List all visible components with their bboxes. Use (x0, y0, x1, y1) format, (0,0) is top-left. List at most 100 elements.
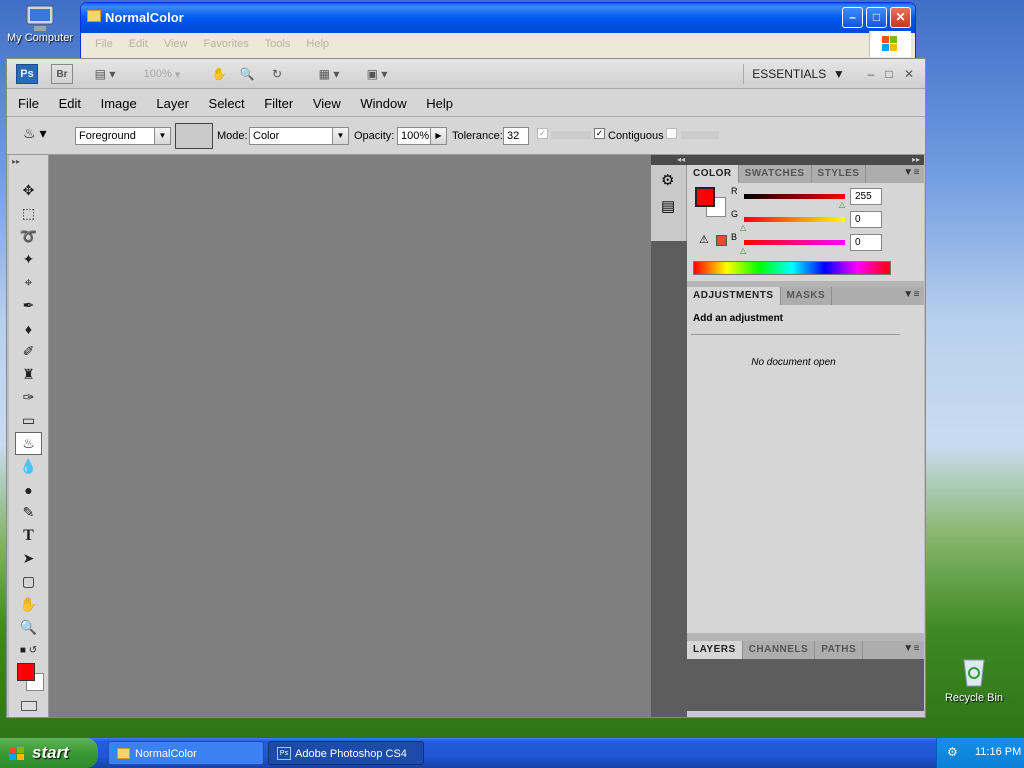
menu-select[interactable]: Select (209, 96, 245, 111)
rotate-view-icon[interactable]: ↻ (267, 64, 287, 84)
marquee-tool-icon[interactable]: ⬚ (9, 202, 48, 225)
clock[interactable]: 11:16 PM (975, 746, 1021, 758)
explorer-menu-file[interactable]: File (95, 38, 113, 50)
pen-tool-icon[interactable]: ✎ (9, 501, 48, 524)
quick-mask-icon[interactable] (21, 701, 37, 711)
zoom-tool-icon[interactable]: 🔍 (237, 64, 257, 84)
tolerance-field[interactable]: 32 (503, 127, 529, 145)
panel-menu-icon[interactable]: ▼≡ (903, 167, 920, 178)
b-slider[interactable] (744, 240, 845, 245)
actions-panel-icon[interactable]: ▤ (651, 193, 686, 221)
hand-tool-icon[interactable]: ✋ (209, 64, 229, 84)
tool-preset-picker[interactable]: ♨ ▾ (23, 125, 63, 145)
zoom-tool-icon[interactable]: 🔍 (9, 616, 48, 639)
g-value-field[interactable]: 0 (850, 211, 882, 228)
screen-mode-icon[interactable]: ▣ ▾ (359, 64, 395, 84)
document-canvas-area[interactable] (49, 155, 651, 717)
opacity-field[interactable]: 100% ▶ (397, 127, 447, 145)
dodge-tool-icon[interactable]: ● (9, 478, 48, 501)
eraser-tool-icon[interactable]: ▭ (9, 409, 48, 432)
anti-alias-checkbox[interactable]: ✓ (537, 128, 548, 139)
healing-brush-tool-icon[interactable]: ♦ (9, 317, 48, 340)
panel-menu-icon[interactable]: ▼≡ (903, 643, 920, 654)
path-selection-tool-icon[interactable]: ➤ (9, 547, 48, 570)
explorer-menu-view[interactable]: View (164, 38, 188, 50)
tab-layers[interactable]: LAYERS (687, 641, 743, 659)
tab-channels[interactable]: CHANNELS (743, 641, 816, 659)
type-tool-icon[interactable]: T (9, 524, 48, 547)
rectangle-tool-icon[interactable]: ▢ (9, 570, 48, 593)
tab-swatches[interactable]: SWATCHES (739, 165, 812, 183)
explorer-window[interactable]: NormalColor – □ ✕ File Edit View Favorit… (80, 2, 916, 62)
pattern-picker[interactable] (175, 123, 213, 149)
crop-tool-icon[interactable]: ⌖ (9, 271, 48, 294)
ps-minimize-button[interactable]: – (865, 64, 877, 84)
color-spectrum-ramp[interactable] (693, 261, 891, 275)
chevron-right-icon[interactable]: ▶ (430, 128, 446, 144)
tab-adjustments[interactable]: ADJUSTMENTS (687, 287, 781, 305)
menu-file[interactable]: File (18, 96, 39, 111)
explorer-menu-edit[interactable]: Edit (129, 38, 148, 50)
b-value-field[interactable]: 0 (850, 234, 882, 251)
clone-stamp-tool-icon[interactable]: ♜ (9, 363, 48, 386)
lasso-tool-icon[interactable]: ➰ (9, 225, 48, 248)
my-computer-desktop-icon[interactable]: My Computer (0, 4, 80, 44)
contiguous-checkbox[interactable]: ✓ (594, 128, 605, 139)
bridge-button[interactable]: Br (51, 64, 73, 84)
maximize-button[interactable]: □ (866, 7, 887, 28)
collapse-dock-icon[interactable]: ◂◂ (651, 155, 687, 165)
zoom-level[interactable]: 100% ▾ (137, 64, 187, 84)
all-layers-checkbox[interactable] (666, 128, 677, 139)
move-tool-icon[interactable]: ✥ (9, 179, 48, 202)
paint-bucket-tool-icon[interactable]: ♨ (15, 432, 42, 455)
start-button[interactable]: start (0, 738, 98, 768)
g-slider-thumb[interactable]: △ (740, 223, 746, 232)
tab-styles[interactable]: STYLES (812, 165, 867, 183)
minimize-button[interactable]: – (842, 7, 863, 28)
tab-color[interactable]: COLOR (687, 165, 739, 183)
brush-tool-icon[interactable]: ✐ (9, 340, 48, 363)
workspace-switcher[interactable]: ESSENTIALS ▼ (743, 64, 853, 84)
history-panel-icon[interactable]: ⚙ (651, 165, 686, 193)
recycle-bin-desktop-icon[interactable]: Recycle Bin (934, 656, 1014, 704)
explorer-menu-tools[interactable]: Tools (265, 38, 291, 50)
expand-dock-icon[interactable]: ▸▸ (687, 155, 924, 165)
tray-network-icon[interactable]: ⚙ (947, 745, 958, 759)
collapse-tools-icon[interactable]: ▸▸ (9, 155, 48, 179)
color-panel-foreground-swatch[interactable] (695, 187, 715, 207)
hand-tool-icon[interactable]: ✋ (9, 593, 48, 616)
blur-tool-icon[interactable]: 💧 (9, 455, 48, 478)
menu-view[interactable]: View (313, 96, 341, 111)
foreground-color-swatch[interactable] (17, 663, 35, 681)
menu-window[interactable]: Window (360, 96, 406, 111)
quick-selection-tool-icon[interactable]: ✦ (9, 248, 48, 271)
taskbar-item-photoshop[interactable]: Ps Adobe Photoshop CS4 (268, 741, 424, 765)
ps-maximize-button[interactable]: □ (883, 64, 895, 84)
tab-paths[interactable]: PATHS (815, 641, 864, 659)
history-brush-tool-icon[interactable]: ✑ (9, 386, 48, 409)
menu-layer[interactable]: Layer (156, 96, 189, 111)
out-of-gamut-warning-icon[interactable]: ⚠ (699, 233, 709, 246)
taskbar-item-normalcolor[interactable]: NormalColor (108, 741, 264, 765)
swap-colors-icon[interactable]: ■ ↺ (9, 639, 48, 662)
explorer-menu-help[interactable]: Help (306, 38, 329, 50)
tab-masks[interactable]: MASKS (781, 287, 833, 305)
photoshop-window[interactable]: Ps Br ▤ ▾ 100% ▾ ✋ 🔍 ↻ ▦ ▾ ▣ ▾ ESSENTIAL… (6, 58, 926, 718)
gamut-color-swatch[interactable] (716, 235, 727, 246)
r-slider-thumb[interactable]: △ (839, 200, 845, 209)
ps-close-button[interactable]: ✕ (903, 64, 915, 84)
panel-menu-icon[interactable]: ▼≡ (903, 289, 920, 300)
explorer-titlebar[interactable]: NormalColor – □ ✕ (81, 3, 915, 33)
close-button[interactable]: ✕ (890, 7, 911, 28)
menu-image[interactable]: Image (101, 96, 137, 111)
r-slider[interactable] (744, 194, 845, 199)
r-value-field[interactable]: 255 (850, 188, 882, 205)
arrange-documents-icon[interactable]: ▦ ▾ (311, 64, 347, 84)
menu-help[interactable]: Help (426, 96, 453, 111)
fill-source-select[interactable]: Foreground ▼ (75, 127, 171, 145)
menu-edit[interactable]: Edit (59, 96, 81, 111)
eyedropper-tool-icon[interactable]: ✒ (9, 294, 48, 317)
menu-filter[interactable]: Filter (264, 96, 293, 111)
b-slider-thumb[interactable]: △ (740, 246, 746, 255)
mode-select[interactable]: Color ▼ (249, 127, 349, 145)
